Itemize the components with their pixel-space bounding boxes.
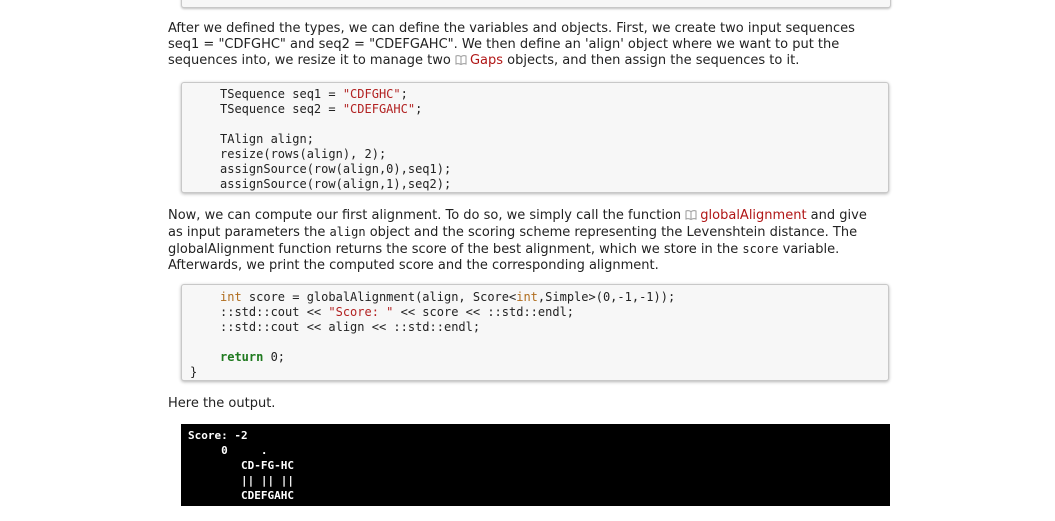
gaps-link[interactable]: Gaps bbox=[455, 53, 503, 68]
inline-code: align bbox=[329, 225, 366, 239]
inline-code: score bbox=[742, 242, 779, 256]
book-icon bbox=[685, 210, 697, 220]
global-alignment-link[interactable]: globalAlignment bbox=[685, 208, 807, 223]
book-icon bbox=[455, 55, 467, 65]
closing-brace: } bbox=[190, 365, 198, 379]
paragraph-text: sequences into, we resize it to manage t… bbox=[168, 53, 455, 68]
console-line: 0 . bbox=[188, 444, 268, 457]
console-line: Score: -2 bbox=[188, 429, 248, 442]
console-line: || || || bbox=[188, 474, 294, 487]
console-line: CD-FG-HC bbox=[188, 459, 294, 472]
intro-paragraph: After we defined the types, we can defin… bbox=[168, 21, 908, 69]
alignment-paragraph: Now, we can compute our first alignment.… bbox=[168, 208, 867, 273]
gaps-link-label: Gaps bbox=[469, 53, 504, 68]
code-block-compute: int score = globalAlignment(align, Score… bbox=[181, 284, 889, 381]
paragraph-text: objects, and then assign the sequences t… bbox=[503, 53, 800, 68]
previous-code-block bbox=[181, 0, 891, 8]
output-heading: Here the output. bbox=[168, 396, 276, 411]
console-line: CDEFGAHC bbox=[188, 489, 294, 502]
paragraph-text: seq1 = "CDFGHC" and seq2 = "CDEFGAHC". W… bbox=[168, 37, 840, 52]
paragraph-text: After we defined the types, we can defin… bbox=[168, 21, 855, 36]
code-block-declarations: TSequence seq1 = "CDFGHC"; TSequence seq… bbox=[181, 82, 889, 193]
console-output: Score: -2 0 . CD-FG-HC || || || CDEFGAHC bbox=[181, 424, 890, 506]
